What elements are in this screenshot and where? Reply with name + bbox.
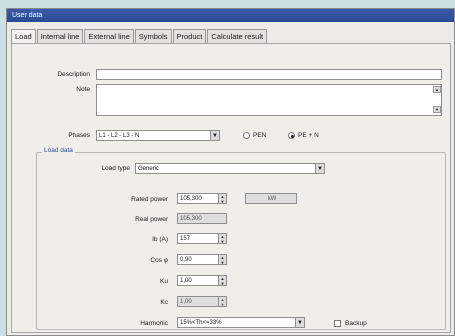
pen-radio[interactable] — [243, 132, 250, 139]
ib-spinner[interactable]: ▲ ▼ — [218, 234, 226, 243]
tab-symbols[interactable]: Symbols — [134, 29, 172, 43]
tab-product[interactable]: Product — [172, 29, 207, 43]
ku-input[interactable]: 1,00 ▲ ▼ — [177, 275, 227, 286]
phases-select[interactable]: L1 - L2 - L3 - N ▼ — [96, 130, 220, 141]
pe-n-radio[interactable] — [288, 132, 295, 139]
harmonic-value: 15%<Th<=33% — [180, 320, 222, 326]
real-power-label: Real power — [135, 216, 168, 223]
cos-phi-spinner[interactable]: ▲ ▼ — [218, 255, 226, 264]
description-label: Description — [57, 71, 90, 78]
load-type-label: Load type — [101, 165, 130, 172]
phases-value: L1 - L2 - L3 - N — [99, 133, 140, 139]
rated-power-value: 105,300 — [180, 196, 202, 202]
ku-label: Ku — [160, 278, 168, 285]
window-title: User data — [7, 9, 454, 22]
tab-internal-line[interactable]: Internal line — [36, 29, 84, 43]
chevron-down-icon[interactable]: ▼ — [315, 164, 324, 173]
ku-value: 1,00 — [180, 278, 192, 284]
kc-value: 1,00 — [180, 299, 192, 305]
chevron-down-icon[interactable]: ▼ — [295, 318, 304, 327]
rated-power-unit: kW — [245, 193, 297, 204]
ib-input[interactable]: 157 ▲ ▼ — [177, 233, 227, 244]
rated-power-spinner[interactable]: ▲ ▼ — [218, 194, 226, 203]
tab-external-line[interactable]: External line — [84, 29, 134, 43]
rated-power-label: Rated power — [131, 196, 168, 203]
ib-value: 157 — [180, 236, 191, 242]
kc-input: 1,00 ▲ ▼ — [177, 296, 227, 307]
pen-label: PEN — [253, 132, 267, 139]
backup-checkbox[interactable] — [334, 320, 341, 327]
pe-n-label: PE + N — [298, 132, 319, 139]
cos-phi-input[interactable]: 0,90 ▲ ▼ — [177, 254, 227, 265]
chevron-down-icon[interactable]: ▼ — [210, 131, 219, 140]
note-scroll-up-icon[interactable]: ▲ — [433, 86, 441, 93]
load-panel: Description Note ▲ ▼ Phases L1 - L2 - L3… — [11, 43, 451, 333]
tab-bar: Load Internal line External line Symbols… — [11, 29, 268, 44]
load-type-select[interactable]: Generic ▼ — [135, 163, 325, 174]
kc-label: Kc — [160, 299, 168, 306]
description-input[interactable] — [96, 69, 442, 80]
user-data-window: User data Load Internal line External li… — [6, 8, 455, 336]
kc-spinner: ▲ ▼ — [218, 297, 226, 306]
tab-calculate-result[interactable]: Calculate result — [207, 29, 268, 43]
harmonic-select[interactable]: 15%<Th<=33% ▼ — [177, 317, 305, 328]
note-textarea[interactable] — [96, 84, 442, 116]
load-type-value: Generic — [138, 166, 160, 172]
note-label: Note — [76, 86, 90, 93]
real-power-value: 105,300 — [177, 213, 227, 224]
phases-label: Phases — [68, 132, 90, 139]
ib-label: Ib (A) — [152, 236, 168, 243]
rated-power-input[interactable]: 105,300 ▲ ▼ — [177, 193, 227, 204]
cos-phi-label: Cos φ — [150, 257, 168, 264]
cos-phi-value: 0,90 — [180, 257, 192, 263]
harmonic-label: Harmonic — [140, 320, 168, 327]
note-scroll-down-icon[interactable]: ▼ — [433, 106, 441, 113]
tab-load[interactable]: Load — [11, 29, 36, 44]
backup-label: Backup — [345, 320, 367, 327]
load-data-title: Load data — [42, 147, 75, 154]
ku-spinner[interactable]: ▲ ▼ — [218, 276, 226, 285]
